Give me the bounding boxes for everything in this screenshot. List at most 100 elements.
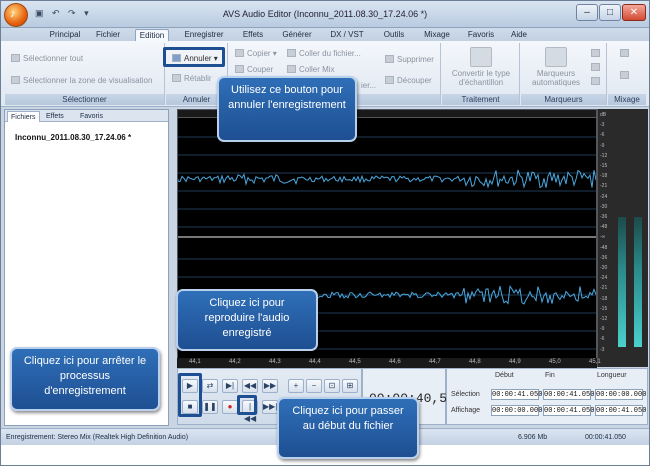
- timeline-label: 44,6: [389, 359, 401, 365]
- tab-favorites[interactable]: Favoris: [77, 111, 106, 122]
- status-size: 6.906 Mb: [518, 434, 548, 441]
- pause-button[interactable]: ❚❚: [202, 400, 218, 414]
- scale-label: -15: [600, 163, 608, 169]
- mix-icon-1[interactable]: [620, 49, 632, 58]
- record-button[interactable]: ●: [222, 400, 238, 414]
- auto-markers-label: Marqueurs automatiques: [531, 69, 581, 87]
- delete-icon: [385, 55, 394, 63]
- scale-label: -48: [600, 224, 608, 231]
- tab-favoris[interactable]: Favoris: [465, 29, 497, 41]
- group-mix-label: Mixage: [608, 94, 646, 105]
- tab-fichier[interactable]: Fichier: [93, 29, 123, 41]
- timeline-label: 44,7: [429, 359, 441, 365]
- split-icon: [385, 76, 394, 84]
- callout-start: Cliquez ici pour passer au début du fich…: [277, 397, 419, 459]
- group-mix: Mixage: [608, 43, 646, 105]
- scale-label: -30: [600, 265, 608, 271]
- tab-principal[interactable]: Principal: [49, 29, 81, 41]
- row-selection-label: Sélection: [451, 391, 480, 398]
- maximize-button[interactable]: □: [599, 4, 621, 21]
- go-to-start-highlight: [237, 395, 257, 415]
- cut-label: Couper: [247, 65, 274, 74]
- status-duration: 00:00:41.050: [585, 434, 626, 441]
- selection-length-field[interactable]: 00:00:00.000: [595, 389, 646, 400]
- copy-button[interactable]: Copier ▾: [235, 49, 277, 58]
- convert-sample-button[interactable]: Convertir le type d'échantillon: [446, 47, 516, 87]
- tab-outils[interactable]: Outils: [379, 29, 409, 41]
- selection-start-field[interactable]: 00:00:41.050: [491, 389, 542, 400]
- marker-remove-icon[interactable]: [591, 63, 603, 72]
- tab-dx-vst[interactable]: DX / VST: [327, 29, 367, 41]
- next-button[interactable]: ▶|: [222, 379, 238, 393]
- file-panel-tabs: Fichiers Effets Favoris: [5, 110, 168, 122]
- marker-add-icon[interactable]: [591, 49, 603, 58]
- display-start-field[interactable]: 00:00:00.000: [491, 405, 542, 416]
- paste-mix-label: Coller Mix: [299, 65, 335, 74]
- col-end-label: Fin: [545, 372, 555, 379]
- scale-label: -18: [600, 173, 608, 180]
- timeline-label: 44,5: [349, 359, 361, 365]
- zoom-full-icon[interactable]: ⊞: [342, 379, 358, 393]
- zoom-out-icon[interactable]: −: [306, 379, 322, 393]
- timeline-label: 44,4: [309, 359, 321, 365]
- scale-label: -21: [600, 285, 608, 292]
- tab-aide[interactable]: Aide: [507, 29, 531, 41]
- paste-file-button[interactable]: Coller du fichier...: [287, 49, 361, 58]
- tab-enregistrer[interactable]: Enregistrer: [181, 29, 227, 41]
- loop-button[interactable]: ⇄: [202, 379, 218, 393]
- timeline-label: 44,8: [469, 359, 481, 365]
- title-bar: ♪ ▣ ↶ ↷ ▾ AVS Audio Editor (Inconnu_2011…: [1, 1, 649, 28]
- tab-generer[interactable]: Générer: [279, 29, 315, 41]
- paste-file-icon: [287, 49, 296, 57]
- play-stop-highlight: [178, 373, 202, 417]
- tab-files[interactable]: Fichiers: [7, 111, 40, 122]
- close-button[interactable]: ✕: [622, 4, 646, 21]
- paste-file-label: Coller du fichier...: [299, 49, 361, 58]
- tab-effects[interactable]: Effets: [43, 111, 67, 122]
- rewind-button[interactable]: ◀◀: [242, 379, 258, 393]
- redo-button[interactable]: Rétablir: [172, 74, 212, 83]
- cut-button[interactable]: Couper: [235, 65, 273, 74]
- go-to-end-button[interactable]: ▶▶|: [262, 400, 278, 414]
- copy-label: Copier: [247, 49, 271, 58]
- scale-label: -21: [600, 183, 608, 190]
- auto-markers-button[interactable]: Marqueurs automatiques: [525, 47, 587, 87]
- select-all-button[interactable]: Sélectionner tout: [11, 54, 83, 63]
- timeline[interactable]: 44,1 44,2 44,3 44,4 44,5 44,6 44,7 44,8 44,9 45,0…: [177, 358, 601, 368]
- scale-label: -36: [600, 214, 608, 220]
- zoom-selection-icon[interactable]: ⊡: [324, 379, 340, 393]
- marker-list-icon[interactable]: [591, 77, 603, 86]
- col-start-label: Début: [495, 372, 514, 379]
- select-all-icon: [11, 54, 20, 62]
- paste-mix-button[interactable]: Coller Mix: [287, 65, 335, 74]
- timeline-label: 44,3: [269, 359, 281, 365]
- group-treatment-label: Traitement: [442, 94, 519, 105]
- tab-mixage[interactable]: Mixage: [421, 29, 453, 41]
- minimize-button[interactable]: –: [576, 4, 598, 21]
- split-button[interactable]: Découper: [385, 76, 432, 85]
- scale-label: -48: [600, 244, 608, 251]
- display-end-field[interactable]: 00:00:41.050: [543, 405, 594, 416]
- timeline-label: 44,2: [229, 359, 241, 365]
- delete-button[interactable]: Supprimer: [385, 55, 434, 64]
- tab-effets[interactable]: Effets: [239, 29, 267, 41]
- select-view-button[interactable]: Sélectionner la zone de visualisation: [11, 76, 152, 85]
- col-length-label: Longueur: [597, 372, 627, 379]
- timeline-label: 44,9: [509, 359, 521, 365]
- group-treatment: Convertir le type d'échantillon Traiteme…: [442, 43, 520, 105]
- file-list-item[interactable]: Inconnu_2011.08.30_17.24.06 *: [15, 133, 131, 142]
- zoom-in-icon[interactable]: +: [288, 379, 304, 393]
- mix-icon-2[interactable]: [620, 71, 632, 80]
- tab-edition[interactable]: Edition: [135, 29, 169, 41]
- app-window: ♪ ▣ ↶ ↷ ▾ AVS Audio Editor (Inconnu_2011…: [0, 0, 650, 466]
- forward-button[interactable]: ▶▶: [262, 379, 278, 393]
- selection-end-field[interactable]: 00:00:41.050: [543, 389, 594, 400]
- status-recording: Enregistrement: Stereo Mix (Realtek High…: [6, 434, 189, 441]
- scale-label: -6: [600, 132, 605, 139]
- group-markers-label: Marqueurs: [521, 94, 606, 105]
- paste-mix-icon: [287, 65, 296, 73]
- display-length-field[interactable]: 00:00:41.050: [595, 405, 646, 416]
- paste-new-button[interactable]: ier...: [361, 81, 376, 90]
- convert-icon: [470, 47, 492, 67]
- scale-label: -30: [600, 203, 608, 210]
